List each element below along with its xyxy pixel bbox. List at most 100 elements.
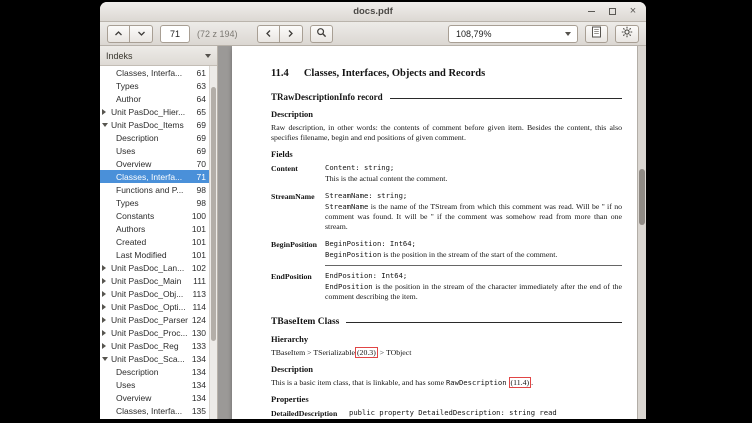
document-page-icon xyxy=(591,26,602,41)
index-tree-item[interactable]: Unit PasDoc_Proc...130 xyxy=(100,326,209,339)
index-item-label: Author xyxy=(116,94,188,104)
index-item-page: 114 xyxy=(188,302,206,312)
heading-rule xyxy=(346,322,622,323)
index-tree-item[interactable]: Description69 xyxy=(100,131,209,144)
expander-closed-icon[interactable] xyxy=(102,343,111,349)
index-tree-item[interactable]: Unit PasDoc_Parser124 xyxy=(100,313,209,326)
titlebar[interactable]: docs.pdf × xyxy=(100,2,646,22)
next-page-button[interactable] xyxy=(130,25,153,43)
field-name: BeginPosition xyxy=(271,239,325,266)
index-item-page: 133 xyxy=(188,341,206,351)
index-item-label: Unit PasDoc_Main xyxy=(111,276,188,286)
document-view: 11.4 Classes, Interfaces, Objects and Re… xyxy=(218,46,646,419)
index-item-page: 113 xyxy=(188,289,206,299)
search-button[interactable] xyxy=(310,25,333,43)
index-tree-item[interactable]: Unit PasDoc_Reg133 xyxy=(100,339,209,352)
index-tree-item[interactable]: Uses69 xyxy=(100,144,209,157)
index-item-page: 135 xyxy=(188,406,206,416)
page-view-button[interactable] xyxy=(585,25,608,43)
index-item-page: 111 xyxy=(188,276,206,286)
chevron-down-icon xyxy=(565,32,571,36)
gear-icon xyxy=(621,26,633,41)
expander-closed-icon[interactable] xyxy=(102,278,111,284)
index-tree-item[interactable]: Overview70 xyxy=(100,157,209,170)
index-item-page: 100 xyxy=(188,211,206,221)
index-tree-item[interactable]: Last Modified101 xyxy=(100,248,209,261)
index-item-page: 70 xyxy=(188,159,206,169)
index-tree-item[interactable]: Overview134 xyxy=(100,391,209,404)
index-tree-item[interactable]: Unit PasDoc_Obj...113 xyxy=(100,287,209,300)
page-count-label: (72 z 194) xyxy=(197,29,238,39)
hierarchy-heading: Hierarchy xyxy=(271,334,622,344)
property-name: DetailedDescription xyxy=(271,408,349,419)
index-item-label: Unit PasDoc_Sca... xyxy=(111,354,188,364)
zoom-combobox[interactable]: 108,79% xyxy=(448,25,578,43)
section-heading: 11.4 Classes, Interfaces, Objects and Re… xyxy=(271,68,622,79)
property-body: public property DetailedDescription: str… xyxy=(349,408,622,419)
properties-list: DetailedDescriptionpublic property Detai… xyxy=(271,408,622,419)
expander-open-icon[interactable] xyxy=(102,357,111,361)
text-run: EndPosition xyxy=(325,282,373,291)
previous-page-button[interactable] xyxy=(107,25,130,43)
index-tree-item[interactable]: Unit PasDoc_Hier...65 xyxy=(100,105,209,118)
index-tree-item[interactable]: Classes, Interfa...61 xyxy=(100,66,209,79)
record-heading-text: TRawDescriptionInfo record xyxy=(271,92,383,102)
properties-heading: Properties xyxy=(271,394,622,404)
sidebar: Indeks Classes, Interfa...61Types63Autho… xyxy=(100,46,218,419)
history-back-button[interactable] xyxy=(257,25,280,43)
record-heading: TRawDescriptionInfo record xyxy=(271,92,622,102)
expander-closed-icon[interactable] xyxy=(102,265,111,271)
index-tree-item[interactable]: Description134 xyxy=(100,365,209,378)
index-tree-item[interactable]: Uses134 xyxy=(100,378,209,391)
close-button[interactable]: × xyxy=(627,6,639,18)
page-number-input[interactable] xyxy=(160,25,190,43)
fields-heading: Fields xyxy=(271,149,622,159)
sidebar-mode-label: Indeks xyxy=(106,51,133,61)
index-tree-item[interactable]: Authors101 xyxy=(100,222,209,235)
index-tree-item[interactable]: Author64 xyxy=(100,92,209,105)
index-item-page: 134 xyxy=(188,354,206,364)
minimize-button[interactable] xyxy=(585,6,597,18)
expander-closed-icon[interactable] xyxy=(102,330,111,336)
expander-open-icon[interactable] xyxy=(102,123,111,127)
sidebar-scrollbar-thumb[interactable] xyxy=(211,87,216,341)
index-tree-item[interactable]: Unit PasDoc_Items69 xyxy=(100,118,209,131)
search-icon xyxy=(316,26,327,41)
ref-link[interactable]: (11.4) xyxy=(509,377,532,388)
class-heading: TBaseItem Class xyxy=(271,317,622,327)
index-tree-item[interactable]: Classes, Interfa...71 xyxy=(100,170,209,183)
index-tree-item[interactable]: Classes, Interfa...135 xyxy=(100,404,209,417)
heading-rule xyxy=(390,98,622,99)
index-item-label: Classes, Interfa... xyxy=(116,68,188,78)
expander-closed-icon[interactable] xyxy=(102,304,111,310)
index-tree-item[interactable]: Constants100 xyxy=(100,209,209,222)
index-tree-item[interactable]: Created101 xyxy=(100,235,209,248)
index-tree-item[interactable]: Unit PasDoc_Sca...134 xyxy=(100,352,209,365)
index-tree-item[interactable]: Unit PasDoc_Opti...114 xyxy=(100,300,209,313)
expander-closed-icon[interactable] xyxy=(102,109,111,115)
sidebar-scrollbar[interactable] xyxy=(209,66,217,419)
field-body: BeginPosition: Int64;BeginPosition is th… xyxy=(325,239,622,266)
text-run: This is a basic item class, that is link… xyxy=(271,378,446,387)
maximize-button[interactable] xyxy=(606,6,618,18)
index-item-page: 101 xyxy=(188,237,206,247)
field-separator-rule xyxy=(325,265,622,266)
pdf-viewer-window: docs.pdf × (72 z xyxy=(100,2,646,419)
history-forward-button[interactable] xyxy=(280,25,303,43)
expander-closed-icon[interactable] xyxy=(102,317,111,323)
document-scrollbar-thumb[interactable] xyxy=(639,169,645,225)
sidebar-mode-dropdown[interactable]: Indeks xyxy=(100,46,217,66)
section-title: Classes, Interfaces, Objects and Records xyxy=(304,68,485,79)
text-run: TBaseItem > TSerializable xyxy=(271,348,355,357)
index-tree-item[interactable]: Unit PasDoc_Main111 xyxy=(100,274,209,287)
index-tree-item[interactable]: Types98 xyxy=(100,196,209,209)
index-tree-item[interactable]: Unit PasDoc_Lan...102 xyxy=(100,261,209,274)
index-item-label: Constants xyxy=(116,211,188,221)
document-scrollbar[interactable] xyxy=(637,46,646,419)
settings-button[interactable] xyxy=(615,25,639,43)
ref-link[interactable]: (20.3) xyxy=(355,347,378,358)
index-tree-item[interactable]: Functions and P...98 xyxy=(100,183,209,196)
chevron-up-icon xyxy=(114,26,123,41)
expander-closed-icon[interactable] xyxy=(102,291,111,297)
index-tree-item[interactable]: Types63 xyxy=(100,79,209,92)
